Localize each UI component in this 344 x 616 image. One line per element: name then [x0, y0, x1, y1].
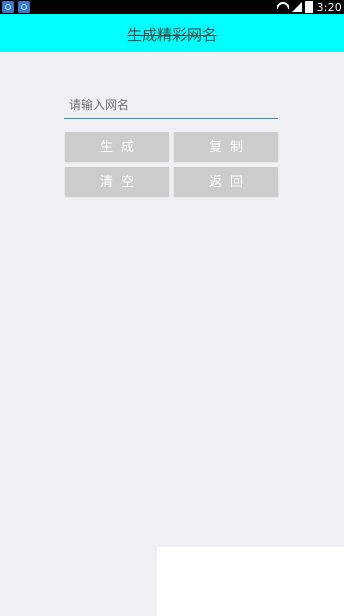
notification-icons: [2, 1, 30, 13]
name-input[interactable]: [64, 92, 278, 118]
app-icon-2: [18, 1, 30, 13]
signal-icon: [292, 2, 303, 12]
app-icon-1: [2, 1, 14, 13]
name-input-wrapper: [64, 92, 278, 119]
wifi-icon: [277, 2, 289, 12]
title-bar: 生成精彩网名: [0, 14, 344, 52]
battery-icon: [305, 1, 314, 13]
status-icons: 3:20: [277, 0, 342, 14]
status-bar: 3:20: [0, 0, 344, 14]
clear-button[interactable]: 清空: [65, 167, 169, 196]
status-time: 3:20: [316, 0, 342, 14]
copy-button[interactable]: 复制: [174, 132, 278, 161]
generate-button[interactable]: 生成: [65, 132, 169, 161]
page-title: 生成精彩网名: [126, 26, 217, 44]
back-button[interactable]: 返回: [174, 167, 278, 196]
blank-panel: [157, 547, 344, 616]
